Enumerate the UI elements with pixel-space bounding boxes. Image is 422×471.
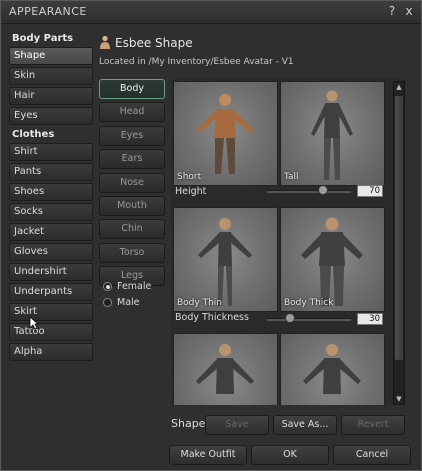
thickness-slider-handle[interactable] — [285, 313, 295, 323]
left-item-underpants[interactable]: Underpants — [9, 283, 93, 301]
body-region-list: Body Head Eyes Ears Nose Mouth Chin Tors… — [99, 79, 165, 290]
left-item-alpha[interactable]: Alpha — [9, 343, 93, 361]
male-label: Male — [117, 297, 140, 308]
left-item-hair[interactable]: Hair — [9, 87, 93, 105]
left-item-shirt[interactable]: Shirt — [9, 143, 93, 161]
clothes-header: Clothes — [12, 129, 55, 140]
next-param-min-preview — [173, 333, 278, 405]
radio-unselected-icon — [103, 298, 112, 307]
avatar-figure-icon — [196, 94, 254, 174]
left-item-shoes[interactable]: Shoes — [9, 183, 93, 201]
scroll-down-icon[interactable]: ▼ — [394, 394, 404, 404]
female-label: Female — [117, 281, 152, 292]
height-max-preview: Tall — [280, 81, 385, 186]
title-bar[interactable]: APPEARANCE ? x — [1, 1, 421, 24]
next-param-max-preview — [280, 333, 385, 405]
scrollbar-thumb[interactable] — [395, 96, 403, 360]
help-icon[interactable]: ? — [385, 4, 399, 18]
window-title: APPEARANCE — [9, 5, 87, 18]
close-icon[interactable]: x — [402, 4, 416, 18]
subpart-nose-button[interactable]: Nose — [99, 172, 165, 193]
shape-footer-label: Shape: — [171, 417, 210, 430]
thickness-value-field[interactable]: 30 — [357, 313, 383, 325]
subpart-torso-button[interactable]: Torso — [99, 242, 165, 263]
vertical-scrollbar[interactable]: ▲ ▼ — [393, 81, 405, 405]
avatar-figure-icon — [301, 217, 363, 306]
save-as-button[interactable]: Save As... — [273, 415, 337, 435]
left-item-eyes[interactable]: Eyes — [9, 107, 93, 125]
subpart-eyes-button[interactable]: Eyes — [99, 125, 165, 146]
left-item-undershirt[interactable]: Undershirt — [9, 263, 93, 281]
revert-button[interactable]: Revert — [341, 415, 405, 435]
height-param-label: Height — [175, 186, 207, 197]
avatar-figure-icon — [303, 344, 361, 394]
ok-button[interactable]: OK — [251, 445, 329, 465]
scroll-up-icon[interactable]: ▲ — [394, 82, 404, 92]
left-item-tattoo[interactable]: Tattoo — [9, 323, 93, 341]
radio-selected-icon — [103, 282, 112, 291]
avatar-figure-icon — [196, 344, 254, 394]
height-min-label: Short — [177, 172, 202, 182]
subpart-chin-button[interactable]: Chin — [99, 219, 165, 240]
left-item-pants[interactable]: Pants — [9, 163, 93, 181]
male-radio[interactable]: Male — [103, 297, 140, 308]
make-outfit-button[interactable]: Make Outfit — [169, 445, 247, 465]
left-item-socks[interactable]: Socks — [9, 203, 93, 221]
subpart-head-button[interactable]: Head — [99, 102, 165, 123]
thickness-slider-track[interactable] — [267, 318, 351, 321]
left-item-shape[interactable]: Shape — [9, 47, 93, 65]
female-radio[interactable]: Female — [103, 281, 151, 292]
height-value-field[interactable]: 70 — [357, 185, 383, 197]
wearable-list: Body Parts Shape Skin Hair Eyes Clothes … — [9, 31, 93, 361]
mouse-cursor-icon — [29, 316, 39, 330]
save-button[interactable]: Save — [205, 415, 269, 435]
cancel-button[interactable]: Cancel — [333, 445, 411, 465]
thickness-param-label: Body Thickness — [175, 312, 249, 323]
avatar-figure-icon — [311, 90, 353, 180]
thickness-min-label: Body Thin — [177, 298, 222, 308]
subpart-ears-button[interactable]: Ears — [99, 149, 165, 170]
avatar-figure-icon — [198, 218, 252, 306]
left-item-skin[interactable]: Skin — [9, 67, 93, 85]
appearance-window: APPEARANCE ? x Body Parts Shape Skin Hai… — [0, 0, 422, 471]
parameter-scroll-panel[interactable]: Short Tall Height 70 Body Thin Body Thic… — [171, 79, 405, 405]
avatar-icon — [100, 35, 110, 49]
height-min-preview: Short — [173, 81, 278, 186]
shape-name: Esbee Shape — [115, 36, 193, 50]
subpart-body-button[interactable]: Body — [99, 79, 165, 99]
left-item-jacket[interactable]: Jacket — [9, 223, 93, 241]
thickness-min-preview: Body Thin — [173, 207, 278, 312]
height-slider-handle[interactable] — [318, 185, 328, 195]
subpart-mouth-button[interactable]: Mouth — [99, 195, 165, 216]
height-slider-track[interactable] — [267, 190, 351, 193]
thickness-max-preview: Body Thick — [280, 207, 385, 312]
height-max-label: Tall — [284, 172, 299, 182]
body-parts-header: Body Parts — [12, 33, 74, 44]
left-item-skirt[interactable]: Skirt — [9, 303, 93, 321]
left-item-gloves[interactable]: Gloves — [9, 243, 93, 261]
thickness-max-label: Body Thick — [284, 298, 334, 308]
inventory-location: Located in /My Inventory/Esbee Avatar - … — [99, 57, 294, 67]
